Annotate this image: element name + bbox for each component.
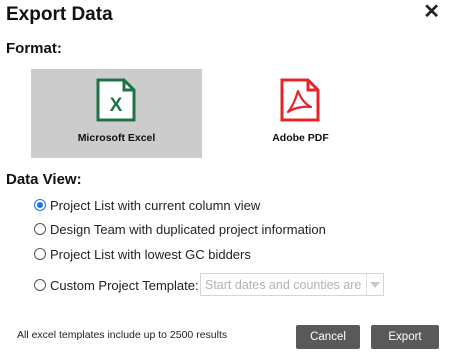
radio-button[interactable] xyxy=(34,248,46,260)
cancel-button[interactable]: Cancel xyxy=(296,325,360,349)
template-select-value: Start dates and counties are xyxy=(205,277,362,292)
close-icon[interactable]: ✕ xyxy=(423,2,440,22)
excel-file-icon: X xyxy=(96,78,136,122)
dialog-title: Export Data xyxy=(6,4,113,25)
data-view-option-lowest-gc-bidders[interactable]: Project List with lowest GC bidders xyxy=(34,245,251,263)
radio-button[interactable] xyxy=(34,279,46,291)
pdf-file-icon xyxy=(280,78,320,122)
radio-button[interactable] xyxy=(34,199,46,211)
format-option-excel[interactable]: X Microsoft Excel xyxy=(31,69,202,158)
results-limit-note: All excel templates include up to 2500 r… xyxy=(17,329,228,341)
radio-button[interactable] xyxy=(34,223,46,235)
format-option-pdf[interactable]: Adobe PDF xyxy=(215,69,386,158)
radio-label: Custom Project Template: xyxy=(50,277,199,293)
chevron-down-icon xyxy=(366,274,383,295)
data-view-section-label: Data View: xyxy=(6,171,82,188)
radio-label: Project List with lowest GC bidders xyxy=(50,246,251,262)
data-view-option-design-team[interactable]: Design Team with duplicated project info… xyxy=(34,220,326,238)
custom-template-select[interactable]: Start dates and counties are xyxy=(200,273,384,296)
format-option-label: Adobe PDF xyxy=(272,132,329,144)
data-view-option-custom-template[interactable]: Custom Project Template: xyxy=(34,276,199,294)
format-option-label: Microsoft Excel xyxy=(77,132,156,144)
data-view-option-project-list[interactable]: Project List with current column view xyxy=(34,196,260,214)
format-section-label: Format: xyxy=(6,40,62,57)
svg-text:X: X xyxy=(110,95,123,116)
radio-label: Project List with current column view xyxy=(50,197,261,213)
radio-label: Design Team with duplicated project info… xyxy=(50,221,326,237)
export-button[interactable]: Export xyxy=(371,325,439,349)
